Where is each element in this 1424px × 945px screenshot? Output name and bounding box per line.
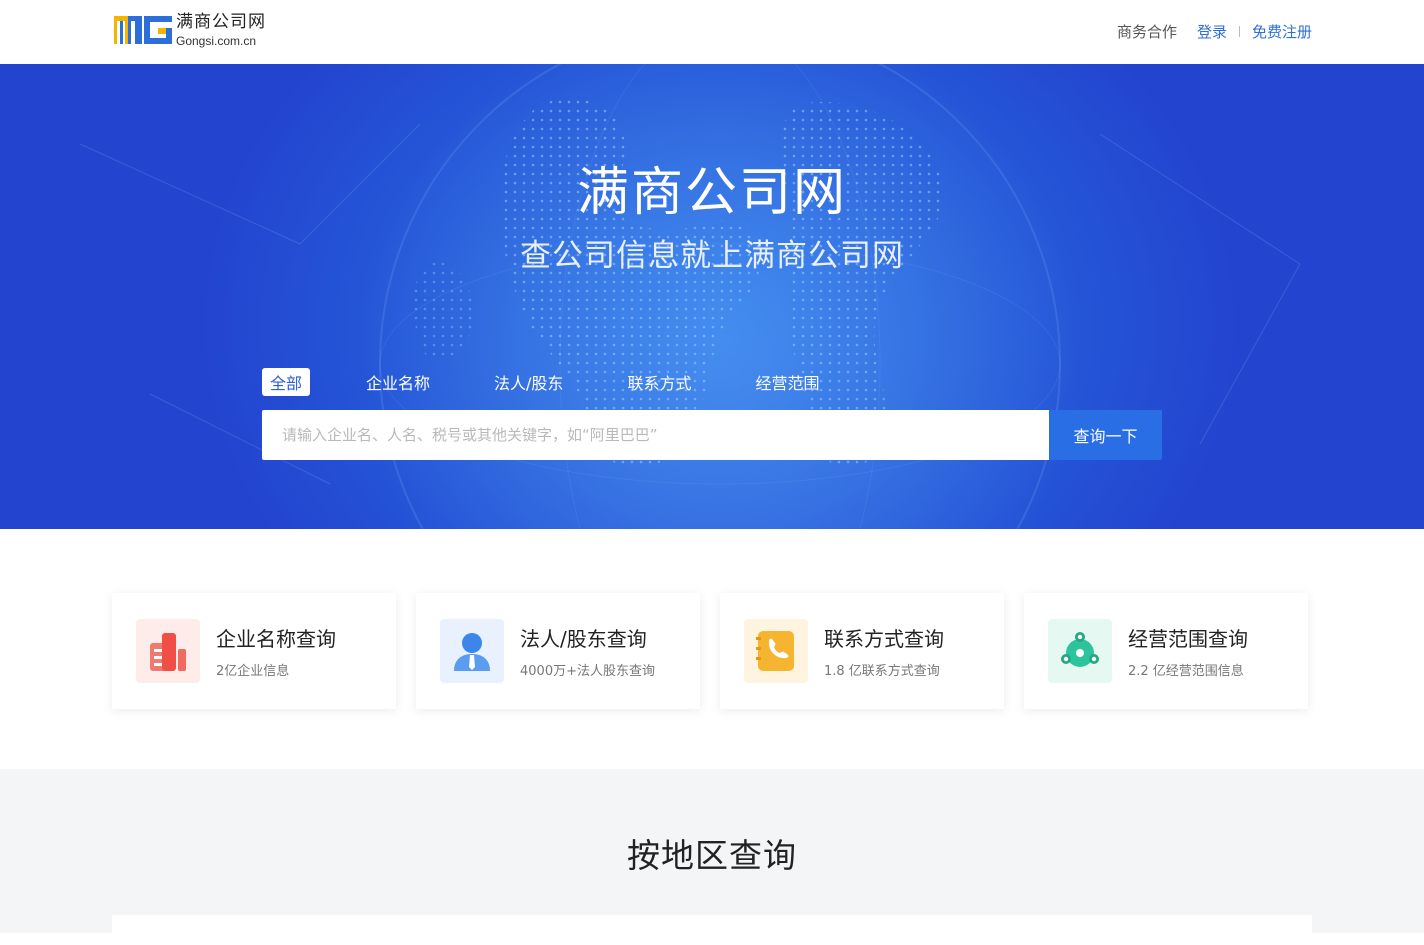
feature-title: 联系方式查询 — [824, 627, 944, 651]
phone-book-icon — [744, 619, 808, 683]
register-link[interactable]: 免费注册 — [1252, 21, 1312, 42]
search-button[interactable]: 查询一下 — [1049, 410, 1162, 460]
hero-subtitle: 查公司信息就上满商公司网 — [520, 238, 904, 274]
feature-desc: 1.8 亿联系方式查询 — [824, 664, 940, 679]
feature-desc: 4000万+法人股东查询 — [520, 664, 655, 679]
feature-desc: 2亿企业信息 — [216, 664, 290, 679]
search-tabs: 全部 企业名称 法人/股东 联系方式 经营范围 — [262, 368, 875, 396]
feature-title: 法人/股东查询 — [520, 627, 647, 651]
tab-company-name[interactable]: 企业名称 — [358, 368, 438, 396]
site-logo[interactable]: 满商公司网 Gongsi.com.cn — [114, 12, 266, 48]
region-title: 按地区查询 — [627, 836, 797, 875]
hero-title: 满商公司网 — [576, 163, 847, 223]
site-header: 满商公司网 Gongsi.com.cn 商务合作 登录 免费注册 — [0, 0, 1424, 64]
feature-section: 企业名称查询 2亿企业信息 法人/股东查询 4000万+法人股东查询 联系方式查… — [0, 529, 1424, 769]
tab-all[interactable]: 全部 — [262, 368, 311, 396]
login-link[interactable]: 登录 — [1197, 21, 1227, 42]
feature-card-company-name[interactable]: 企业名称查询 2亿企业信息 — [112, 593, 396, 709]
network-icon — [1048, 619, 1112, 683]
building-icon — [136, 619, 200, 683]
logo-mark-icon — [114, 16, 172, 44]
tab-legal-person[interactable]: 法人/股东 — [486, 368, 571, 396]
logo-name: 满商公司网 — [176, 11, 266, 32]
feature-card-business-scope[interactable]: 经营范围查询 2.2 亿经营范围信息 — [1024, 593, 1308, 709]
search-input[interactable] — [262, 410, 1049, 460]
feature-title: 经营范围查询 — [1128, 627, 1248, 651]
nav-divider — [1238, 26, 1240, 37]
region-section: 按地区查询 — [0, 769, 1424, 945]
header-nav: 商务合作 登录 免费注册 — [1117, 21, 1312, 42]
search-box: 查询一下 — [262, 410, 1162, 460]
feature-card-contact[interactable]: 联系方式查询 1.8 亿联系方式查询 — [720, 593, 1004, 709]
region-panel — [112, 915, 1312, 945]
logo-domain: Gongsi.com.cn — [176, 33, 257, 48]
hero-banner: 满商公司网 查公司信息就上满商公司网 全部 企业名称 法人/股东 联系方式 经营… — [0, 64, 1424, 529]
feature-card-legal-person[interactable]: 法人/股东查询 4000万+法人股东查询 — [416, 593, 700, 709]
feature-title: 企业名称查询 — [216, 627, 336, 651]
business-cooperation-link[interactable]: 商务合作 — [1117, 21, 1177, 42]
tab-business-scope[interactable]: 经营范围 — [747, 368, 827, 396]
person-icon — [440, 619, 504, 683]
feature-desc: 2.2 亿经营范围信息 — [1128, 664, 1244, 679]
tab-contact[interactable]: 联系方式 — [619, 368, 699, 396]
